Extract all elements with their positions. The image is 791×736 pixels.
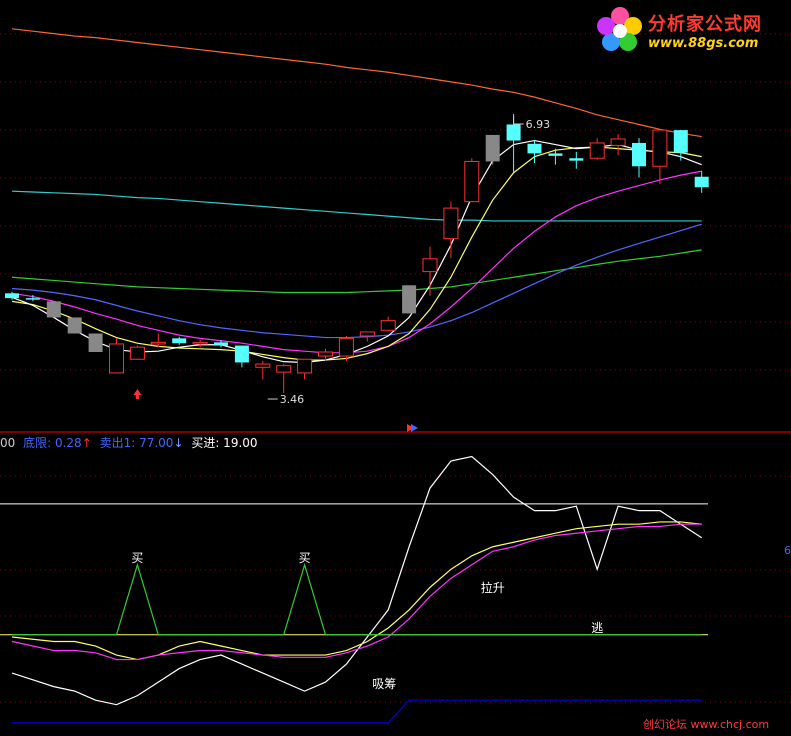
candle-body (255, 363, 271, 368)
candle-body (5, 293, 19, 299)
candle-body (109, 343, 124, 374)
high-price-label: 6.93 (526, 118, 551, 131)
candle-body (46, 301, 61, 318)
signal-label: 买 (299, 551, 311, 565)
candle-body (673, 130, 688, 153)
candle-body (506, 124, 521, 141)
moving-average-line (11, 190, 702, 222)
high-pointer-icon (513, 116, 524, 125)
candle-body (422, 258, 438, 273)
candle-body (485, 134, 500, 162)
candle-body (276, 365, 292, 373)
legend-item-0: 00 (0, 436, 16, 450)
signal-label: 买 (131, 551, 143, 565)
legend-item-buy: 买进: 19.00 (191, 436, 258, 450)
moving-average-line (11, 170, 702, 354)
candle-body (25, 298, 40, 300)
moving-average-line (11, 223, 702, 339)
candle-body (338, 337, 354, 357)
candle-body (234, 345, 249, 363)
candle-body (610, 138, 626, 146)
logo-flower-icon (597, 7, 642, 51)
candle-body (464, 160, 480, 203)
buy-arrow-icon (133, 389, 142, 399)
price-panel (5, 28, 709, 394)
footer-watermark: 创幻论坛 www.chcj.com (643, 718, 770, 731)
candle-body (569, 158, 584, 161)
stock-chart: 6.93 3.46 买 买吸筹 拉升逃 (0, 28, 791, 724)
site-url-watermark: www.88gs.com (648, 36, 759, 51)
candle-body (297, 358, 313, 374)
signal-label: 吸筹 (372, 677, 396, 691)
indicator-line (11, 455, 703, 706)
legend-arrow-up-icon: ↑ (81, 436, 92, 450)
candle-body (318, 351, 333, 357)
candle-body (380, 320, 396, 331)
legend-arrow-down-icon: ↓ (173, 436, 184, 450)
indicator-panel (0, 455, 708, 724)
candle-body (589, 142, 605, 159)
signal-label: 逃 (591, 621, 603, 635)
legend-item-sell: 卖出1: 77.00 (99, 436, 174, 450)
legend-item-floor: 底限: 0.28 (23, 436, 82, 450)
candle-body (172, 338, 187, 344)
candle-body (443, 207, 459, 240)
low-price-label: 3.46 (280, 393, 305, 406)
candle-body (129, 346, 145, 360)
indicator-line (11, 521, 702, 661)
indicator-legend: 00 底限: 0.28↑ 卖出1: 77.00↓ 买进: 19.00 (0, 434, 262, 451)
candle-body (652, 129, 668, 167)
indicator-line (12, 699, 702, 724)
candle-body (359, 331, 375, 337)
indicator-line (11, 523, 702, 661)
signal-label: 拉升 (481, 580, 505, 595)
candle-body (694, 176, 709, 188)
moving-average-line (11, 139, 702, 364)
candle-body (402, 285, 417, 314)
candle-body (192, 341, 208, 345)
candle-body (548, 153, 563, 156)
site-name-watermark: 分析家公式网 (648, 14, 762, 35)
candle-body (527, 143, 542, 154)
right-axis-label: 6 (784, 544, 791, 557)
moving-average-line (11, 146, 702, 361)
candle-body (214, 342, 228, 346)
candle-body (632, 142, 646, 167)
candle-body (150, 341, 166, 345)
candle-body (88, 333, 103, 353)
panel-marker-icon (411, 424, 418, 432)
candle-body (67, 317, 82, 334)
